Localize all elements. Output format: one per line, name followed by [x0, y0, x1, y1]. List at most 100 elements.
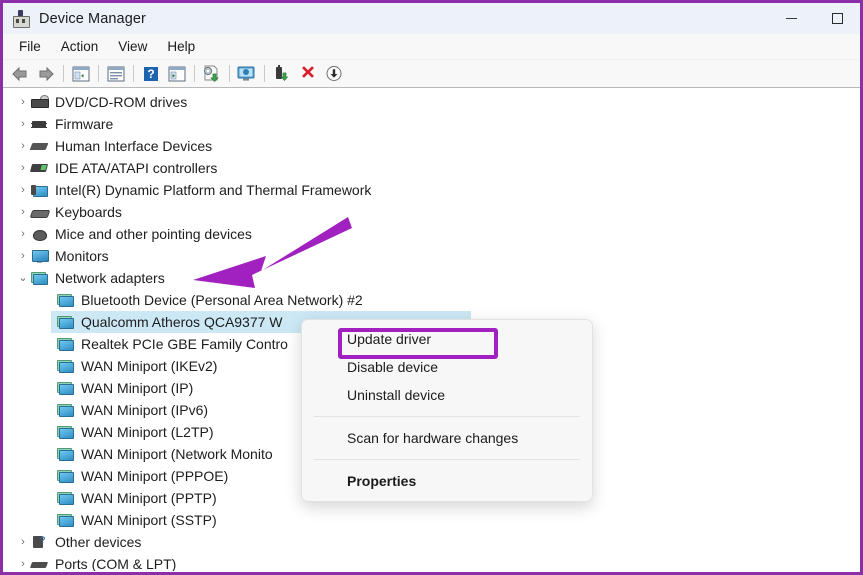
- chevron-right-icon[interactable]: ›: [15, 223, 31, 245]
- chevron-down-icon[interactable]: ⌄: [15, 267, 31, 289]
- tree-item-label: Human Interface Devices: [55, 138, 213, 154]
- network-adapter-icon: [57, 359, 74, 374]
- menu-bar: File Action View Help: [3, 34, 860, 60]
- tree-item-label: IDE ATA/ATAPI controllers: [55, 160, 218, 176]
- uninstall-device-icon[interactable]: [295, 62, 321, 85]
- enable-device-icon[interactable]: [269, 62, 295, 85]
- window-controls: [768, 3, 860, 34]
- context-menu-item-label: Scan for hardware changes: [347, 430, 519, 446]
- tree-item-ports-com-and-lpt[interactable]: › Ports (COM & LPT): [3, 553, 860, 571]
- menu-item-view[interactable]: View: [108, 37, 157, 56]
- context-menu-item-update-driver[interactable]: Update driver: [302, 325, 592, 353]
- tree-item-label: Mice and other pointing devices: [55, 226, 252, 242]
- tree-item-human-interface-devices[interactable]: › Human Interface Devices: [3, 135, 860, 157]
- maximize-button[interactable]: [814, 3, 860, 34]
- chevron-right-icon[interactable]: ›: [15, 179, 31, 201]
- tree-item-keyboards[interactable]: › Keyboards: [3, 201, 860, 223]
- chevron-right-icon[interactable]: ›: [15, 157, 31, 179]
- tree-item-firmware[interactable]: › Firmware: [3, 113, 860, 135]
- scan-for-hardware-changes-icon[interactable]: [234, 62, 260, 85]
- mouse-icon: [31, 227, 48, 242]
- tree-item-mice-and-other-pointing-devices[interactable]: › Mice and other pointing devices: [3, 223, 860, 245]
- network-adapter-icon: [57, 337, 74, 352]
- tree-item-dvd-cd-rom-drives[interactable]: › DVD/CD-ROM drives: [3, 91, 860, 113]
- svg-text:?: ?: [147, 67, 154, 81]
- help-icon[interactable]: ?: [138, 62, 164, 85]
- chevron-right-icon[interactable]: ›: [15, 135, 31, 157]
- device-manager-window: Device Manager File Action View Help ? ›…: [0, 0, 863, 575]
- context-menu-item-label: Update driver: [347, 331, 432, 347]
- context-menu-item-label: Uninstall device: [347, 387, 446, 403]
- chevron-right-icon[interactable]: ›: [15, 531, 31, 553]
- properties-icon[interactable]: [103, 62, 129, 85]
- tree-item-label: Bluetooth Device (Personal Area Network)…: [81, 292, 363, 308]
- tree-item-label: Qualcomm Atheros QCA9377 W: [81, 314, 283, 330]
- minimize-icon: [785, 18, 797, 19]
- update-driver-icon[interactable]: [199, 62, 225, 85]
- tree-item-label: WAN Miniport (PPTP): [81, 490, 217, 506]
- toolbar-separator: [264, 65, 265, 82]
- title-bar: Device Manager: [3, 3, 860, 34]
- chevron-right-icon[interactable]: ›: [15, 201, 31, 223]
- toolbar-separator: [229, 65, 230, 82]
- network-adapter-icon: [57, 293, 74, 308]
- other-devices-icon: ?: [31, 535, 48, 550]
- firmware-icon: [31, 117, 48, 132]
- download-icon[interactable]: [321, 62, 347, 85]
- menu-item-file[interactable]: File: [9, 37, 51, 56]
- context-menu-item-uninstall-device[interactable]: Uninstall device: [302, 381, 592, 409]
- tree-item-label: Other devices: [55, 534, 142, 550]
- tree-item-label: WAN Miniport (Network Monito: [81, 446, 273, 462]
- dvd-drive-icon: [31, 94, 49, 110]
- minimize-button[interactable]: [768, 3, 814, 34]
- tree-item-label: WAN Miniport (IKEv2): [81, 358, 218, 374]
- chevron-right-icon[interactable]: ›: [15, 245, 31, 267]
- context-menu[interactable]: Update driver Disable device Uninstall d…: [301, 319, 593, 502]
- tree-item-label: DVD/CD-ROM drives: [55, 94, 188, 110]
- tree-item-wan-miniport-sstp[interactable]: WAN Miniport (SSTP): [3, 509, 860, 531]
- network-adapter-icon: [57, 447, 74, 462]
- network-adapter-icon: [31, 271, 48, 286]
- toolbar: ?: [3, 60, 860, 88]
- network-adapter-icon: [57, 469, 74, 484]
- context-menu-item-label: Disable device: [347, 359, 439, 375]
- tree-item-label: WAN Miniport (IPv6): [81, 402, 209, 418]
- network-adapter-icon: [57, 491, 74, 506]
- network-adapter-icon: [57, 403, 74, 418]
- tree-item-label: Monitors: [55, 248, 109, 264]
- tree-item-label: Keyboards: [55, 204, 122, 220]
- tree-item-label: Network adapters: [55, 270, 165, 286]
- menu-item-action[interactable]: Action: [51, 37, 109, 56]
- chevron-right-icon[interactable]: ›: [15, 553, 31, 571]
- context-menu-item-properties[interactable]: Properties: [302, 467, 592, 495]
- tree-item-intel-dynamic-platform[interactable]: › Intel(R) Dynamic Platform and Thermal …: [3, 179, 860, 201]
- context-menu-item-scan-for-hardware-changes[interactable]: Scan for hardware changes: [302, 424, 592, 452]
- chevron-right-icon[interactable]: ›: [15, 113, 31, 135]
- menu-item-help[interactable]: Help: [157, 37, 205, 56]
- network-adapter-icon: [57, 381, 74, 396]
- tree-item-label: Firmware: [55, 116, 114, 132]
- context-menu-separator: [314, 459, 580, 460]
- toolbar-separator: [133, 65, 134, 82]
- chevron-right-icon[interactable]: ›: [15, 91, 31, 113]
- keyboard-icon: [29, 205, 51, 220]
- tree-item-monitors[interactable]: › Monitors: [3, 245, 860, 267]
- network-adapter-icon: [57, 425, 74, 440]
- tree-item-other-devices[interactable]: › ? Other devices: [3, 531, 860, 553]
- tree-item-ide-ata-atapi-controllers[interactable]: › IDE ATA/ATAPI controllers: [3, 157, 860, 179]
- ide-controller-icon: [29, 161, 49, 176]
- tree-item-label: Intel(R) Dynamic Platform and Thermal Fr…: [55, 182, 372, 198]
- hid-icon: [29, 139, 49, 154]
- tree-item-network-adapters[interactable]: ⌄ Network adapters: [3, 267, 860, 289]
- context-menu-item-disable-device[interactable]: Disable device: [302, 353, 592, 381]
- toolbar-separator: [194, 65, 195, 82]
- device-manager-icon: [12, 9, 30, 28]
- tree-item-bluetooth-device-pan-2[interactable]: Bluetooth Device (Personal Area Network)…: [3, 289, 860, 311]
- tree-item-label: WAN Miniport (SSTP): [81, 512, 217, 528]
- toolbar-separator: [63, 65, 64, 82]
- show-hide-console-tree-icon[interactable]: [68, 62, 94, 85]
- back-arrow-icon[interactable]: [7, 62, 33, 85]
- forward-arrow-icon[interactable]: [33, 62, 59, 85]
- show-hide-action-pane-icon[interactable]: [164, 62, 190, 85]
- monitor-icon: [31, 249, 49, 264]
